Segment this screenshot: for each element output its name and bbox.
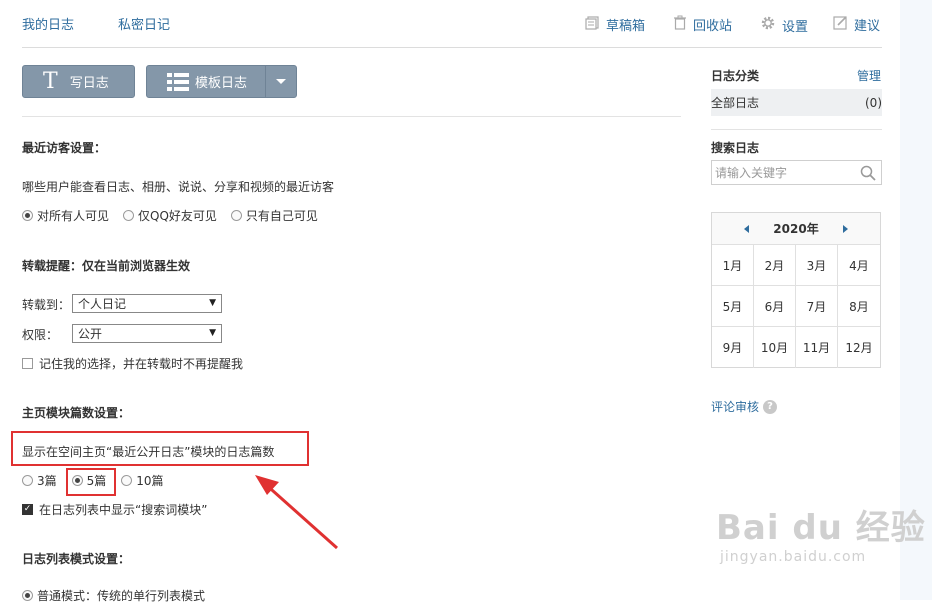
radio-button[interactable] bbox=[121, 475, 133, 486]
sidebar-divider bbox=[711, 129, 882, 130]
manage-link[interactable]: 管理 bbox=[857, 67, 881, 84]
comment-review-link[interactable]: 评论审核 bbox=[711, 398, 759, 415]
select-arrow-icon: ▼ bbox=[209, 298, 216, 308]
option-label: 对所有人可见 bbox=[37, 209, 110, 223]
permission-label: 权限： bbox=[22, 328, 59, 342]
visitors-option-qq[interactable]: 仅QQ好友可见 bbox=[123, 207, 217, 224]
suggest-link[interactable]: 建议 bbox=[833, 15, 880, 34]
drafts-link[interactable]: 草稿箱 bbox=[585, 15, 645, 34]
recycle-label: 回收站 bbox=[693, 19, 733, 34]
visitors-options: 对所有人可见 仅QQ好友可见 只有自己可见 bbox=[22, 207, 332, 224]
annotation-arrow bbox=[255, 475, 338, 550]
radio-button[interactable] bbox=[22, 590, 33, 601]
listmode-label: 普通模式：传统的单行列表模式 bbox=[37, 589, 206, 603]
count-option-10[interactable]: 10篇 bbox=[121, 472, 164, 489]
visitors-option-self[interactable]: 只有自己可见 bbox=[230, 207, 318, 224]
calendar-header: 2020年 bbox=[712, 213, 880, 244]
text-t-icon: T bbox=[43, 68, 58, 94]
watermark-main: Bai du 经验 bbox=[716, 508, 926, 548]
next-year-icon[interactable] bbox=[842, 224, 848, 233]
visitors-desc: 哪些用户能查看日志、相册、说说、分享和视频的最近访客 bbox=[22, 180, 335, 194]
month-cell[interactable]: 6月 bbox=[754, 286, 796, 327]
month-cell[interactable]: 12月 bbox=[838, 327, 880, 368]
month-cell[interactable]: 3月 bbox=[796, 245, 838, 286]
write-blog-label: 写日志 bbox=[69, 76, 109, 91]
settings-label: 设置 bbox=[782, 19, 809, 35]
suggest-label: 建议 bbox=[854, 19, 881, 34]
option-label: 仅QQ好友可见 bbox=[138, 209, 217, 223]
comment-review: 评论审核 ? bbox=[711, 398, 778, 415]
month-cell[interactable]: 5月 bbox=[712, 286, 754, 327]
show-search-checkbox[interactable]: ✓ bbox=[22, 504, 33, 515]
listmode-title: 日志列表模式设置： bbox=[22, 552, 131, 566]
gear-icon bbox=[760, 15, 776, 35]
permission-value: 公开 bbox=[78, 327, 103, 341]
radio-button[interactable] bbox=[123, 210, 135, 221]
highlight-box-desc bbox=[11, 431, 309, 466]
write-blog-button[interactable]: T 写日志 bbox=[22, 65, 135, 98]
drafts-icon bbox=[585, 15, 600, 34]
remember-label: 记住我的选择，并在转载时不再提醒我 bbox=[39, 357, 244, 371]
month-grid: 1月 2月 3月 4月 5月 6月 7月 8月 9月 10月 11月 12月 bbox=[712, 244, 880, 368]
visitors-title: 最近访客设置： bbox=[22, 141, 107, 155]
remember-choice[interactable]: 记住我的选择，并在转载时不再提醒我 bbox=[22, 355, 243, 372]
month-cell[interactable]: 8月 bbox=[838, 286, 880, 327]
settings-link[interactable]: 设置 bbox=[760, 15, 808, 35]
tab-my-blog[interactable]: 我的日志 bbox=[22, 14, 74, 33]
recycle-link[interactable]: 回收站 bbox=[673, 15, 732, 34]
template-blog-button[interactable]: 模板日志 bbox=[146, 65, 297, 98]
highlight-box-5 bbox=[66, 468, 116, 496]
search-input[interactable]: 请输入关键字 bbox=[711, 160, 882, 185]
month-cell[interactable]: 11月 bbox=[796, 327, 838, 368]
header-divider bbox=[22, 47, 882, 48]
help-icon[interactable]: ? bbox=[763, 399, 778, 414]
repost-to-value: 个人日记 bbox=[78, 297, 127, 311]
category-all-count: (0) bbox=[865, 95, 882, 110]
drafts-label: 草稿箱 bbox=[606, 19, 646, 34]
radio-button[interactable] bbox=[230, 210, 242, 221]
show-search-label: 在日志列表中显示“搜索词模块” bbox=[39, 503, 208, 517]
template-blog-label: 模板日志 bbox=[195, 76, 248, 91]
template-dropdown-toggle[interactable] bbox=[265, 66, 296, 97]
search-icon[interactable] bbox=[860, 165, 876, 184]
month-cell[interactable]: 2月 bbox=[754, 245, 796, 286]
month-cell[interactable]: 1月 bbox=[712, 245, 754, 286]
repost-to-select[interactable]: 个人日记 ▼ bbox=[72, 294, 222, 313]
count-option-3[interactable]: 3篇 bbox=[22, 472, 57, 489]
remember-checkbox[interactable] bbox=[22, 358, 33, 369]
repost-to-label: 转载到： bbox=[22, 298, 71, 312]
tab-private-diary[interactable]: 私密日记 bbox=[118, 14, 170, 33]
listmode-option[interactable]: 普通模式：传统的单行列表模式 bbox=[22, 587, 205, 604]
trash-icon bbox=[673, 15, 687, 34]
category-all-row[interactable]: 全部日志 (0) bbox=[711, 89, 882, 116]
search-placeholder: 请输入关键字 bbox=[715, 166, 788, 180]
homepage-title: 主页模块篇数设置： bbox=[22, 406, 131, 420]
option-label: 3篇 bbox=[37, 474, 57, 488]
month-cell[interactable]: 9月 bbox=[712, 327, 754, 368]
month-cell[interactable]: 10月 bbox=[754, 327, 796, 368]
radio-button[interactable] bbox=[22, 210, 33, 221]
baidu-jingyan-watermark: Bai du 经验 jingyan.baidu.com bbox=[716, 500, 926, 565]
month-cell[interactable]: 7月 bbox=[796, 286, 838, 327]
caret-down-icon bbox=[276, 79, 286, 84]
option-label: 只有自己可见 bbox=[245, 209, 318, 223]
show-search-module[interactable]: ✓ 在日志列表中显示“搜索词模块” bbox=[22, 501, 207, 518]
calendar-year: 2020年 bbox=[773, 222, 819, 236]
prev-year-icon[interactable] bbox=[744, 224, 750, 233]
radio-button[interactable] bbox=[22, 475, 33, 486]
list-icon bbox=[167, 72, 189, 91]
edit-icon bbox=[833, 15, 848, 34]
archive-calendar: 2020年 1月 2月 3月 4月 5月 6月 7月 8月 9月 10月 11月 12月 bbox=[711, 212, 881, 368]
toolbar-divider bbox=[22, 116, 681, 117]
visitors-option-all[interactable]: 对所有人可见 bbox=[22, 207, 109, 224]
permission-select[interactable]: 公开 ▼ bbox=[72, 324, 222, 343]
category-title: 日志分类 bbox=[711, 69, 760, 83]
search-title: 搜索日志 bbox=[711, 141, 760, 155]
month-cell[interactable]: 4月 bbox=[838, 245, 880, 286]
repost-title: 转载提醒：仅在当前浏览器生效 bbox=[22, 259, 191, 273]
option-label: 10篇 bbox=[136, 474, 164, 488]
select-arrow-icon: ▼ bbox=[209, 328, 216, 338]
category-all-label: 全部日志 bbox=[711, 96, 760, 110]
watermark-sub: jingyan.baidu.com bbox=[720, 549, 867, 565]
